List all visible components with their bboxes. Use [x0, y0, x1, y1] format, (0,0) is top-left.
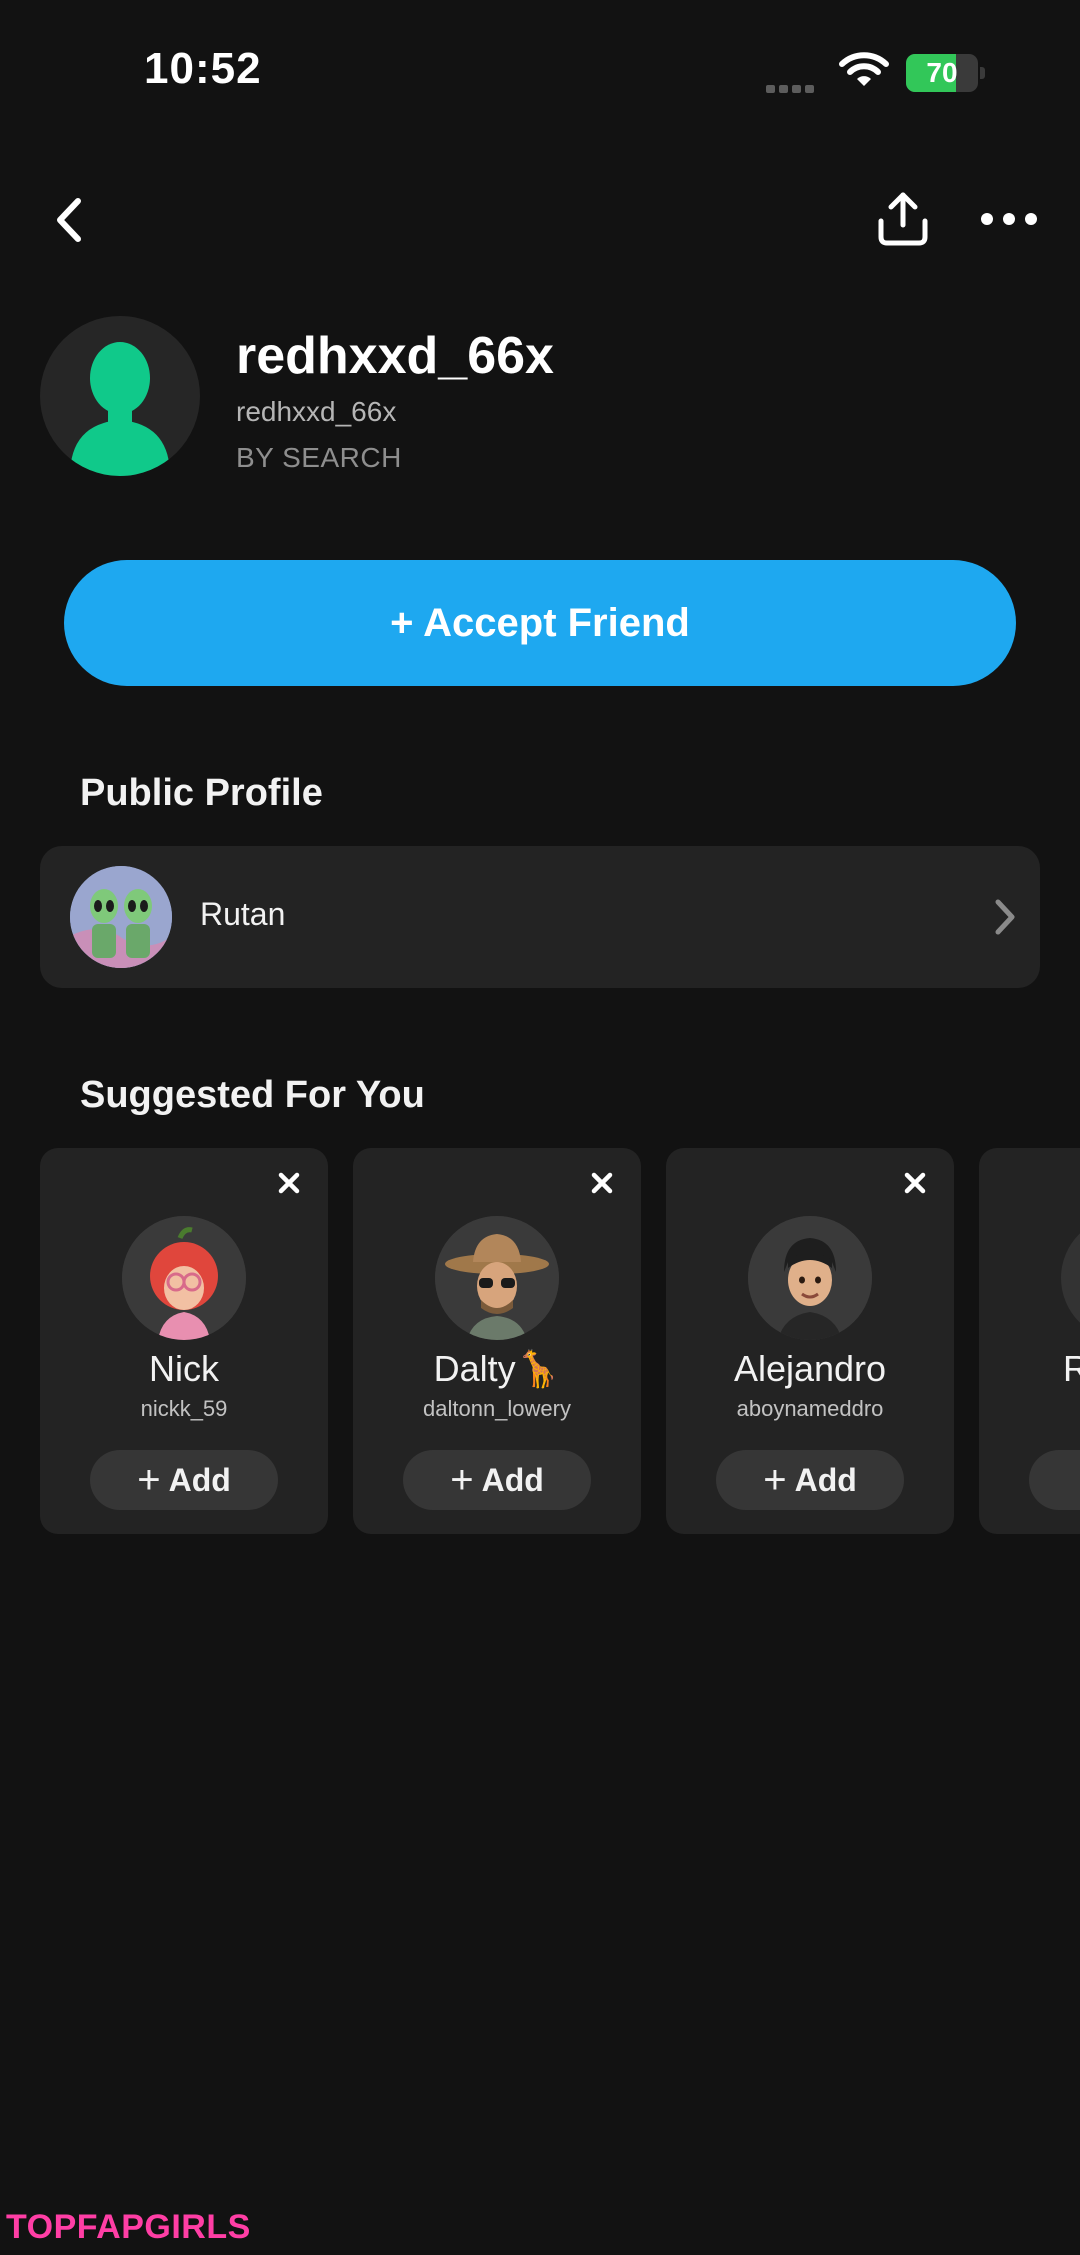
close-icon: [278, 1172, 300, 1194]
top-nav: [0, 180, 1080, 260]
added-by-label: BY SEARCH: [236, 442, 402, 473]
suggested-card[interactable]: Nick nickk_59 + Add: [40, 1148, 328, 1534]
suggested-title: Suggested For You: [80, 1074, 425, 1116]
profile-avatar[interactable]: [40, 316, 200, 476]
suggested-card[interactable]: Dalty🦒 daltonn_lowery + Add: [353, 1148, 641, 1534]
suggestion-name: Alejandro: [733, 1348, 887, 1389]
add-friend-button[interactable]: +: [1029, 1450, 1080, 1510]
public-profile-name: Rutan: [200, 896, 286, 932]
back-chevron-icon: [57, 198, 81, 242]
chevron-right-icon: [995, 899, 1015, 935]
public-profile-card[interactable]: Rutan: [40, 846, 1040, 988]
close-icon: [904, 1172, 926, 1194]
dismiss-suggestion-button[interactable]: [274, 1168, 304, 1198]
status-bar: 10:52 70: [0, 0, 1080, 150]
add-friend-button[interactable]: + Add: [403, 1450, 591, 1510]
wifi-icon: [838, 50, 890, 90]
add-label: Add: [794, 1461, 857, 1498]
profile-display-name: redhxxd_66x: [236, 327, 554, 385]
suggestion-avatar: [435, 1216, 559, 1340]
signal-dots-icon: [766, 80, 826, 93]
add-label: Add: [481, 1461, 544, 1498]
suggestion-name: R: [1063, 1348, 1080, 1389]
status-time: 10:52: [144, 44, 262, 93]
suggested-card[interactable]: R +: [979, 1148, 1080, 1534]
plus-icon: +: [137, 1458, 161, 1502]
suggestion-avatar: [1061, 1216, 1080, 1340]
more-options-button[interactable]: [974, 194, 1044, 244]
add-friend-button[interactable]: + Add: [90, 1450, 278, 1510]
plus-icon: +: [450, 1458, 474, 1502]
default-user-icon: [70, 342, 170, 476]
suggested-carousel[interactable]: Nick nickk_59 + Add Dalty🦒 daltonn_lower…: [0, 1148, 1080, 1538]
profile-header: redhxxd_66x redhxxd_66x BY SEARCH: [40, 316, 1040, 486]
add-friend-button[interactable]: + Add: [716, 1450, 904, 1510]
suggested-card[interactable]: Alejandro aboynameddro + Add: [666, 1148, 954, 1534]
dismiss-suggestion-button[interactable]: [587, 1168, 617, 1198]
more-dots-icon: [981, 213, 1037, 225]
suggestion-avatar: [122, 1216, 246, 1340]
back-button[interactable]: [44, 190, 94, 250]
suggestion-name: Dalty🦒: [433, 1348, 561, 1389]
share-button[interactable]: [870, 184, 936, 254]
watermark-logo: TOPFAPGIRLS: [6, 2208, 251, 2246]
battery-charging-icon: 70: [906, 54, 986, 92]
suggestion-name: Nick: [149, 1348, 219, 1389]
public-profile-avatar: [70, 866, 172, 968]
profile-username: redhxxd_66x: [236, 396, 397, 427]
share-upload-icon: [878, 192, 928, 246]
suggestion-username: aboynameddro: [736, 1396, 884, 1421]
suggestion-username: nickk_59: [140, 1396, 228, 1421]
dismiss-suggestion-button[interactable]: [900, 1168, 930, 1198]
close-icon: [591, 1172, 613, 1194]
suggestion-avatar: [748, 1216, 872, 1340]
public-profile-title: Public Profile: [80, 772, 323, 814]
suggestion-username: daltonn_lowery: [423, 1396, 571, 1421]
accept-friend-button[interactable]: + Accept Friend: [64, 560, 1016, 686]
add-label: Add: [168, 1461, 231, 1498]
battery-label: 70: [926, 57, 958, 88]
plus-icon: +: [763, 1458, 787, 1502]
